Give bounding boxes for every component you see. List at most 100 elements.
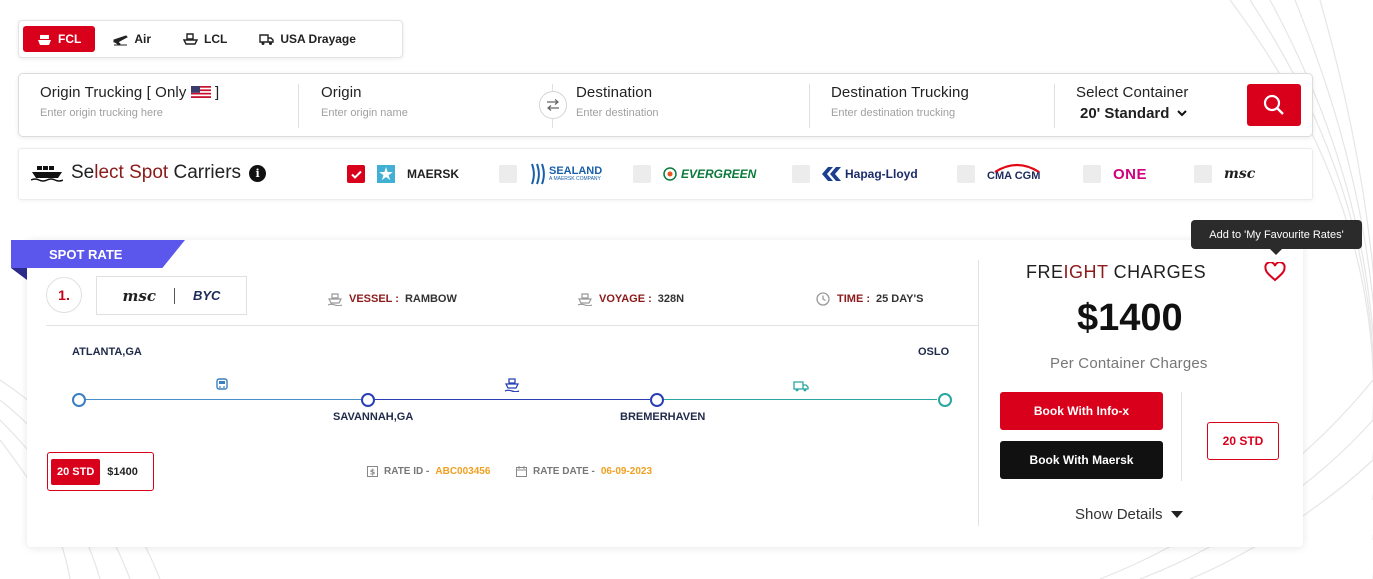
tab-usa-drayage[interactable]: USA Drayage	[245, 26, 370, 52]
route-segment-sea	[374, 399, 650, 400]
origin-trucking-field: Origin Trucking [ Only ]	[40, 84, 240, 119]
evergreen-logo-icon	[663, 167, 677, 181]
shipping-mode-tabs: FCL Air LCL USA Drayage	[18, 20, 403, 58]
route-origin: ATLANTA,GA	[72, 346, 142, 358]
maersk-star-logo-icon	[377, 165, 395, 183]
swap-origin-destination-button[interactable]	[539, 91, 567, 119]
caret-down-icon	[1170, 510, 1183, 518]
route-node-origin	[72, 393, 86, 407]
destination-trucking-label: Destination Trucking	[831, 84, 969, 101]
tab-fcl[interactable]: FCL	[23, 26, 96, 52]
vessel-value: RAMBOW	[404, 293, 457, 305]
card-separator	[46, 325, 979, 326]
carrier-option-maersk[interactable]: MAERSK	[347, 161, 459, 187]
freight-price: $1400	[1077, 297, 1183, 339]
boat-icon	[183, 32, 198, 45]
field-divider	[1054, 84, 1055, 128]
sealand-logo-icon	[531, 163, 545, 185]
rate-date-label: RATE DATE -	[533, 466, 595, 477]
carrier-name-evergreen: EVERGREEN	[681, 167, 757, 181]
tab-lcl[interactable]: LCL	[169, 26, 241, 52]
carrier-option-hapag-lloyd[interactable]: Hapag-Lloyd	[792, 161, 918, 187]
train-icon	[216, 378, 228, 390]
rate-search-bar: Origin Trucking [ Only ] Origin Destinat…	[18, 73, 1313, 137]
clock-icon	[816, 292, 830, 306]
show-details-toggle[interactable]: Show Details	[1075, 506, 1183, 523]
book-with-maersk-button[interactable]: Book With Maersk	[1000, 441, 1163, 479]
origin-trucking-input[interactable]	[40, 107, 240, 119]
origin-trucking-label: Origin Trucking [ Only	[40, 84, 187, 101]
route-segment-truck	[663, 399, 937, 400]
hapag-lloyd-logo-icon	[822, 167, 841, 181]
dollar-document-icon: $	[367, 466, 378, 477]
tab-air-label: Air	[134, 32, 151, 46]
destination-trucking-field: Destination Trucking	[831, 84, 1031, 119]
destination-trucking-input[interactable]	[831, 107, 1031, 119]
field-divider	[298, 84, 299, 128]
carrier-name-hapag-lloyd: Hapag-Lloyd	[845, 167, 918, 181]
route-via2: BREMERHAVEN	[620, 411, 706, 423]
route-node-via1	[361, 393, 375, 407]
book-with-infox-button[interactable]: Book With Info-x	[1000, 392, 1163, 430]
carrier-checkbox-hapag-lloyd[interactable]	[792, 165, 810, 183]
checkmark-icon	[350, 170, 362, 179]
show-details-label: Show Details	[1075, 506, 1163, 523]
tab-fcl-label: FCL	[58, 32, 82, 46]
time-value: 25 DAY'S	[876, 293, 924, 305]
container-price: $1400	[107, 465, 138, 478]
tab-air[interactable]: Air	[99, 26, 165, 52]
carrier-checkbox-msc[interactable]	[1194, 165, 1212, 183]
ship-route-icon	[504, 378, 520, 392]
calendar-icon	[516, 466, 527, 477]
origin-trucking-label-close: ]	[214, 84, 220, 101]
carrier-option-sealand[interactable]: SEALAND A MAERSK COMPANY	[499, 161, 602, 187]
carrier-option-msc[interactable]: msc	[1194, 161, 1255, 187]
destination-input[interactable]	[576, 107, 776, 119]
field-divider	[809, 84, 810, 128]
carrier-checkbox-cma-cgm[interactable]	[957, 165, 975, 183]
carrier-checkbox-maersk[interactable]	[347, 165, 365, 183]
info-icon[interactable]: i	[249, 164, 267, 182]
carrier-checkbox-one[interactable]	[1083, 165, 1101, 183]
container-select[interactable]: Select Container 20' Standard	[1076, 84, 1189, 122]
origin-label: Origin	[321, 84, 362, 101]
ship-icon	[38, 34, 51, 45]
price-subtitle: Per Container Charges	[1050, 355, 1208, 372]
tab-usa-drayage-label: USA Drayage	[280, 32, 356, 46]
container-price-chip[interactable]: 20 STD $1400	[47, 452, 154, 491]
search-button[interactable]	[1247, 84, 1301, 126]
ribbon-fold	[11, 268, 27, 280]
carrier-name-maersk: MAERSK	[407, 167, 460, 181]
route-via1: SAVANNAH,GA	[333, 411, 414, 423]
carrier-option-cma-cgm[interactable]: CMA CGM	[957, 161, 1040, 187]
rate-date-info: RATE DATE - 06-09-2023	[516, 466, 652, 477]
rate-id-value: ABC003456	[435, 466, 491, 477]
carriers-title: Select Spot Carriers	[71, 162, 242, 183]
rate-id-label: RATE ID -	[384, 466, 430, 477]
route-segment-rail	[85, 399, 362, 400]
voyage-info: VOYAGE : 328N	[577, 292, 684, 306]
voyage-label: VOYAGE :	[599, 293, 652, 305]
origin-field: Origin	[321, 84, 521, 119]
tooltip-arrow	[1270, 249, 1282, 255]
voyage-ship-icon	[577, 293, 593, 306]
favourite-heart-icon[interactable]	[1264, 262, 1286, 282]
carrier-option-one[interactable]: ONE	[1083, 161, 1147, 187]
route-node-destination	[938, 393, 952, 407]
transit-time-info: TIME : 25 DAY'S	[815, 292, 923, 306]
carrier-checkbox-evergreen[interactable]	[633, 165, 651, 183]
card-vertical-divider	[978, 260, 979, 526]
route-node-via2	[650, 393, 664, 407]
carrier-name-msc: msc	[1224, 166, 1256, 182]
container-select-value: 20' Standard	[1080, 105, 1170, 122]
rate-rank: 1.	[46, 277, 82, 313]
rate-carrier-logos: msc BYC	[96, 276, 247, 315]
carrier-checkbox-sealand[interactable]	[499, 165, 517, 183]
cma-cgm-logo-icon	[994, 163, 1040, 173]
button-divider	[1181, 392, 1182, 481]
spot-carriers-bar: Select Spot Carriers i MAERSK SEALAND A …	[18, 148, 1313, 200]
origin-input[interactable]	[321, 107, 521, 119]
destination-label: Destination	[576, 84, 653, 101]
carrier-option-evergreen[interactable]: EVERGREEN	[633, 161, 756, 187]
container-type-button[interactable]: 20 STD	[1207, 422, 1279, 460]
